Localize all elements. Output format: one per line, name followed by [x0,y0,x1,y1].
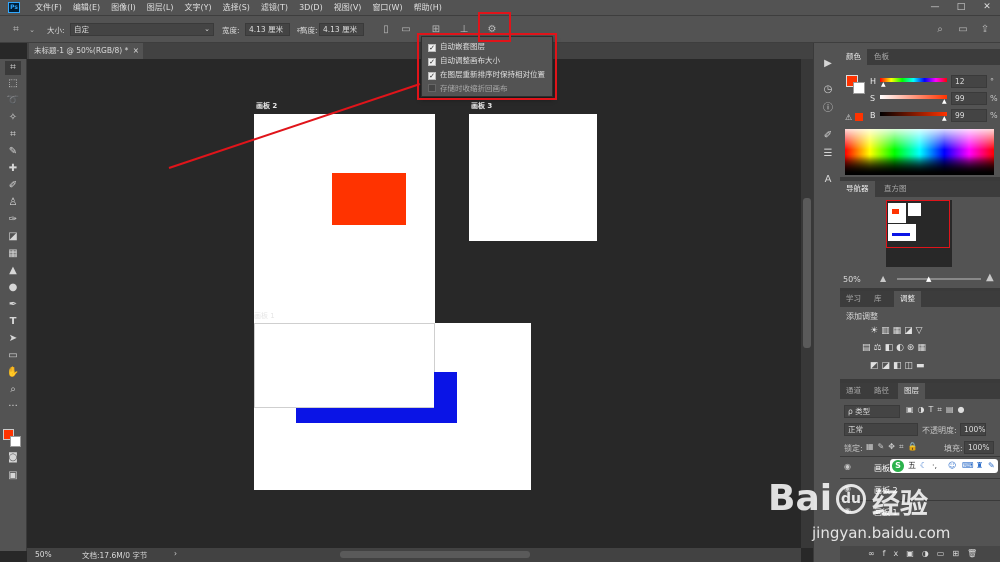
tab-libraries[interactable]: 库 [868,291,888,307]
slider-thumb-icon[interactable]: ▲ [942,98,947,105]
adjustments-panel-tabs: 学习 库 调整 [840,291,1000,307]
fill-label: 填充: [944,444,963,453]
zoom-in-icon[interactable]: ▲ [986,272,994,283]
sogou-logo-icon[interactable]: S [892,460,904,472]
wrench-icon[interactable]: ✎ [988,459,995,473]
adjustment-icons-row-3[interactable]: ◩◪◧◫▬ [870,361,970,373]
spectrum-shade [845,129,994,175]
navigator-preview[interactable] [886,200,952,267]
document-info[interactable]: 文档:17.6M/0 字节 [82,550,147,561]
watermark-url: jingyan.baidu.com [812,524,951,542]
tab-color[interactable]: 颜色 [840,49,867,65]
h-label: H [870,77,877,86]
moon-icon[interactable]: ☾ [920,459,927,473]
gamut-swatch[interactable] [855,113,863,121]
adjustment-icons-row-1[interactable]: ☀▥▦◪▽ [870,326,970,338]
b-label: B [870,111,876,120]
opacity-value: 100% [964,425,986,434]
slider-thumb-icon[interactable]: ▲ [881,81,886,88]
slider-thumb-icon[interactable]: ▲ [926,275,931,283]
chevron-right-icon[interactable]: › [174,549,177,558]
tab-layers[interactable]: 图层 [898,383,925,399]
h-slider[interactable] [880,78,947,82]
blend-mode-select[interactable]: 正常 [844,423,918,436]
navigator-zoom[interactable]: 50% [843,275,861,284]
s-slider[interactable] [880,95,947,99]
lock-icons[interactable]: ▦✎✥⌗🔒 [866,442,936,452]
sliders-icon[interactable]: ☰ [820,147,836,161]
h-unit: ° [990,77,994,86]
nav-view-box[interactable] [886,200,950,248]
tab-paths[interactable]: 路径 [868,383,895,399]
s-label: S [870,94,876,103]
character-panel-icon[interactable]: A [820,173,836,187]
navigator-zoom-slider[interactable] [897,278,981,280]
vertical-scroll-thumb[interactable] [803,198,811,348]
ime-punct[interactable]: ·, [932,459,937,473]
h-input[interactable]: 12 [951,75,987,88]
brush-settings-icon[interactable]: ✐ [820,129,836,143]
color-panel-tabs: 颜色 色板 [840,49,1000,65]
slider-thumb-icon[interactable]: ▲ [942,115,947,122]
smile-icon[interactable]: ☺ [948,459,956,473]
b-unit: % [990,111,998,120]
ime-mode[interactable]: 五 [908,459,916,473]
ime-toolbar[interactable]: S 五 ☾ ·, ☺ ⌨ ♜ ✎ [890,459,998,473]
lock-label: 锁定: [844,444,863,453]
baidu-paw-icon: du [836,484,866,514]
b-value: 99 [955,111,965,120]
tab-channels[interactable]: 通道 [840,383,867,399]
annotation-highlight-menu [417,33,557,100]
keyboard-icon[interactable]: ⌨ [962,459,974,473]
s-value: 99 [955,94,965,103]
layer-filter-select[interactable]: ρ 类型 [844,405,900,418]
layer-filter-value: ρ 类型 [848,407,871,416]
b-input[interactable]: 99 [951,109,987,122]
blend-mode-value: 正常 [848,425,863,434]
s-unit: % [990,94,998,103]
warning-icon[interactable]: ⚠ [845,113,852,122]
b-slider[interactable] [880,112,947,116]
fill-input[interactable]: 100% [964,441,994,454]
play-icon[interactable]: ▶ [820,57,836,71]
watermark-brand: Bai [768,478,833,519]
watermark-jingyan: 经验 [872,487,929,520]
baidu-jingyan-watermark: Bai du 经验 jingyan.baidu.com [740,478,1000,562]
layers-panel-tabs: 通道 路径 图层 [840,383,1000,399]
tab-learn[interactable]: 学习 [840,291,867,307]
layer-filter-icons[interactable]: ▣◑T⌗▤● [906,405,996,417]
color-panel-background-swatch[interactable] [853,82,865,94]
adjustment-icons-row-2[interactable]: ▤⚖◧◐⊛▦ [862,343,982,355]
tab-swatches[interactable]: 色板 [868,49,895,65]
h-value: 12 [955,77,965,86]
eye-icon[interactable]: ◉ [844,462,851,471]
s-input[interactable]: 99 [951,92,987,105]
tab-adjustments[interactable]: 调整 [894,291,921,307]
horizontal-scroll-thumb[interactable] [340,551,530,558]
add-adjustment-label: 添加调整 [846,312,878,321]
zoom-out-icon[interactable]: ▲ [880,274,886,283]
tab-navigator[interactable]: 导航器 [840,181,875,197]
zoom-level[interactable]: 50% [35,550,52,559]
shirt-icon[interactable]: ♜ [976,459,983,473]
opacity-input[interactable]: 100% [960,423,986,436]
tab-histogram[interactable]: 直方图 [878,181,913,197]
opacity-label: 不透明度: [922,426,957,435]
info-icon[interactable]: ⓘ [820,102,836,116]
fill-value: 100% [968,443,990,452]
history-icon[interactable]: ◷ [820,83,836,97]
navigator-panel-tabs: 导航器 直方图 [840,181,1000,197]
